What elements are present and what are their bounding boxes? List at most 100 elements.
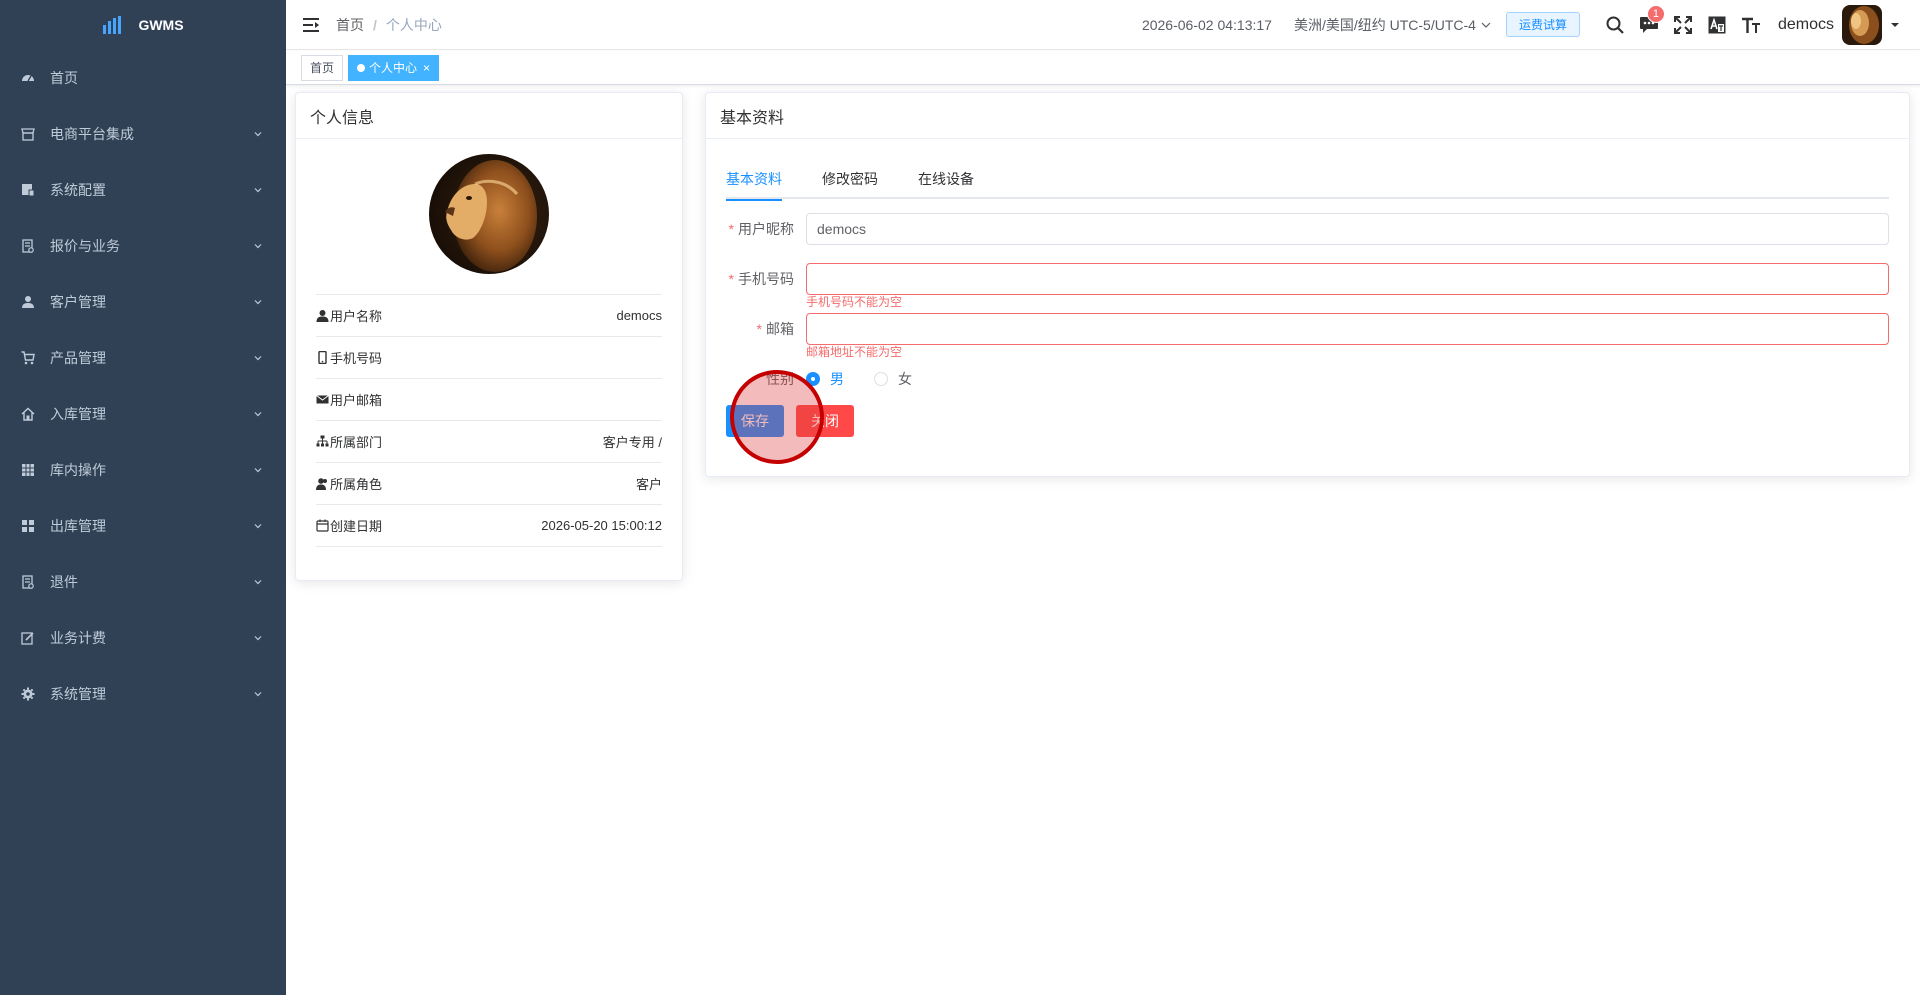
profile-tabs: 基本资料 修改密码 在线设备 [726,159,1889,201]
fullscreen-button[interactable] [1666,0,1700,50]
chevron-down-icon [1481,22,1491,28]
sidebar-item-label: 客户管理 [50,294,106,310]
email-icon [316,393,329,406]
chevron-down-icon [252,576,264,588]
info-label: 所属角色 [330,477,383,492]
chevron-down-icon [252,520,264,532]
timezone-select[interactable]: 美洲/美国/纽约 UTC-5/UTC-4 [1294,15,1492,35]
logo[interactable]: GWMS [0,0,286,50]
basic-info-card-title: 基本资料 [706,93,1909,139]
user-icon [20,294,36,310]
sidebar-item-3[interactable]: 报价与业务 [0,218,286,274]
close-icon[interactable]: × [423,56,430,80]
chevron-down-icon [252,184,264,196]
info-label: 手机号码 [330,351,383,366]
gender-female-radio[interactable]: 女 [874,363,912,395]
chevron-down-icon [252,632,264,644]
tree-icon [316,435,329,448]
sidebar-item-2[interactable]: 系统配置 [0,162,286,218]
tab-change-password[interactable]: 修改密码 [822,159,878,199]
logo-text: GWMS [138,17,184,33]
nickname-input[interactable]: democs [806,213,1889,245]
breadcrumb-current: 个人中心 [385,16,442,33]
form-item-nickname: * 用户昵称 democs [726,213,1889,245]
translate-icon [1708,16,1726,33]
header-right: 2026-06-02 04:13:17 美洲/美国/纽约 UTC-5/UTC-4… [1142,0,1920,50]
close-button[interactable]: 关闭 [796,405,854,437]
font-size-button[interactable] [1734,0,1768,50]
info-row-phone: 手机号码 [316,337,662,379]
phone-input[interactable] [806,263,1889,295]
user-icon [316,309,329,322]
cart-icon [20,350,36,366]
phone-label: * 手机号码 [728,271,794,287]
header-avatar[interactable] [1842,4,1882,45]
chevron-down-icon [252,464,264,476]
gender-male-radio[interactable]: 男 [806,363,844,395]
email-input[interactable] [806,313,1889,345]
info-label: 创建日期 [330,519,383,534]
sidebar-item-10[interactable]: 业务计费 [0,610,286,666]
profile-info-list: 用户名称 democs 手机号码 用户邮箱 所属部门 客户专用 / 所属角色 客… [316,294,662,547]
user-menu-caret[interactable] [1890,20,1900,30]
sidebar-item-label: 业务计费 [50,630,106,646]
chevron-down-icon [252,688,264,700]
tab-basic-info[interactable]: 基本资料 [726,159,782,201]
sidebar-item-11[interactable]: 系统管理 [0,666,286,722]
tab-online-devices[interactable]: 在线设备 [918,159,974,199]
profile-card: 个人信息 用户名称 democs 手机号码 用户邮箱 所属部门 客户专用 / 所… [295,92,683,581]
config-icon [20,182,36,198]
tag-profile[interactable]: 个人中心 × [348,54,440,81]
search-button[interactable] [1598,0,1632,50]
document-icon [20,238,36,254]
sidebar-item-label: 报价与业务 [50,238,120,254]
header-username[interactable]: democs [1778,16,1834,34]
sidebar-item-label: 出库管理 [50,518,106,534]
sidebar-item-1[interactable]: 电商平台集成 [0,106,286,162]
info-value: 客户专用 / [602,435,662,450]
sidebar-item-9[interactable]: 退件 [0,554,286,610]
breadcrumb-home[interactable]: 首页 [336,15,364,35]
sidebar-item-8[interactable]: 出库管理 [0,498,286,554]
info-label: 用户名称 [330,309,383,324]
hamburger-icon [303,17,319,32]
edit-icon [20,630,36,646]
lion-avatar-image [429,154,549,274]
save-button[interactable]: 保存 [726,405,784,437]
tag-home[interactable]: 首页 [301,54,344,81]
dashboard-icon [20,70,36,86]
chevron-down-icon [252,352,264,364]
info-row-role: 所属角色 客户 [316,463,662,505]
language-button[interactable] [1700,0,1734,50]
sidebar: GWMS 首页 电商平台集成 系统配置报价与业务客户管理产品管理入库管理 库内操作出库… [0,0,286,995]
message-button[interactable]: 1 [1632,0,1666,50]
home-icon [20,406,36,422]
store-icon [20,126,36,142]
breadcrumb: 首页 / 个人中心 [336,15,442,35]
header-datetime: 2026-06-02 04:13:17 [1141,16,1272,33]
caret-down-icon [1891,22,1899,27]
hamburger-button[interactable] [286,0,336,50]
sidebar-item-5[interactable]: 产品管理 [0,330,286,386]
basic-info-card: 基本资料 基本资料 修改密码 在线设备 * 用户昵称 democs * 手机号码 手… [705,92,1910,477]
gear-icon [20,686,36,702]
email-error: 邮箱地址不能为空 [806,345,903,359]
freight-trial-button[interactable]: 运费试算 [1505,12,1580,37]
profile-avatar[interactable] [429,154,549,274]
email-label: * 邮箱 [756,321,794,337]
sidebar-item-4[interactable]: 客户管理 [0,274,286,330]
chevron-down-icon [252,240,264,252]
peoples-icon [316,477,329,490]
form-item-gender: 性别 男 女 [726,363,1889,395]
notification-badge: 1 [1646,4,1665,23]
sidebar-item-6[interactable]: 入库管理 [0,386,286,442]
sidebar-item-0[interactable]: 首页 [0,50,286,106]
info-row-department: 所属部门 客户专用 / [316,421,662,463]
calendar-icon [316,519,329,532]
info-value: 2026-05-20 15:00:12 [541,518,662,533]
return-icon [20,574,36,590]
sidebar-item-7[interactable]: 库内操作 [0,442,286,498]
sidebar-item-label: 产品管理 [50,350,106,366]
form-buttons: 保存 关闭 [726,405,1889,437]
info-label: 用户邮箱 [330,393,383,408]
